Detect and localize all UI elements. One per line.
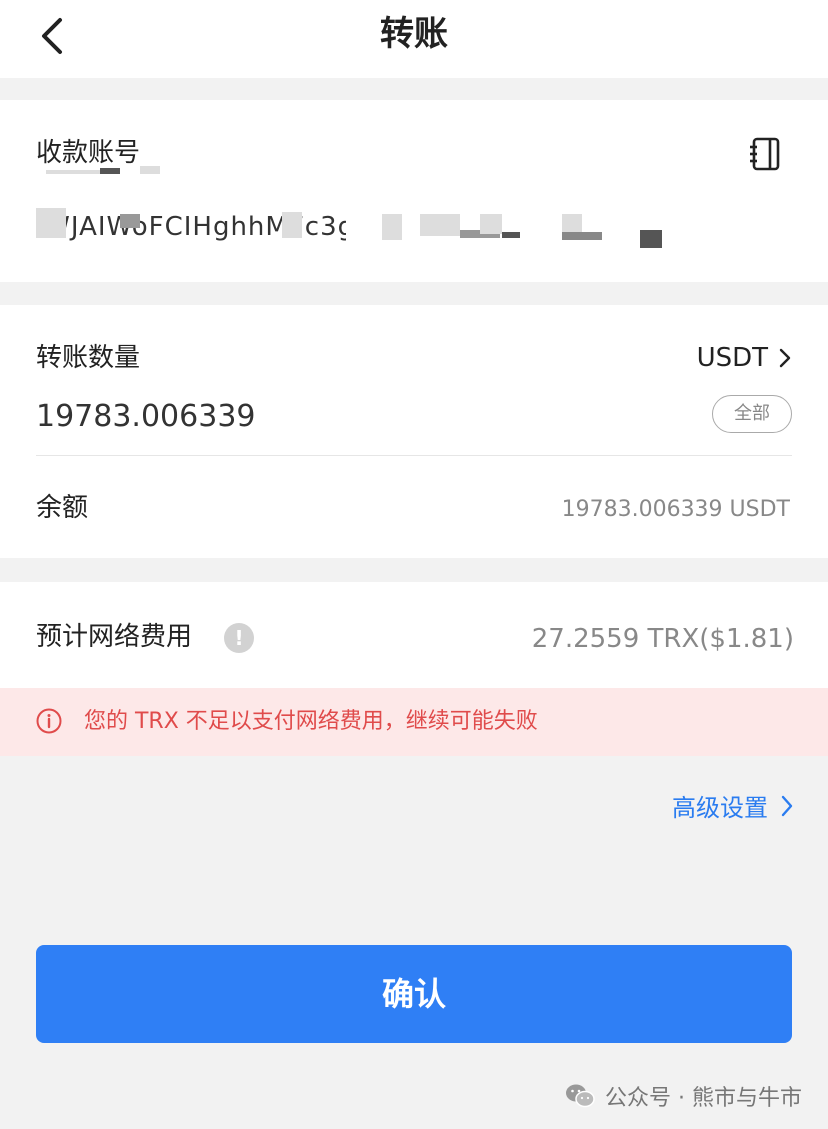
divider bbox=[36, 455, 792, 456]
recipient-card: 收款账号 'WJAIWoFCIHghhMFc3g bbox=[0, 100, 828, 282]
token-selector[interactable]: USDT bbox=[697, 341, 792, 375]
warning-text: 您的 TRX 不足以支付网络费用，继续可能失败 bbox=[84, 709, 538, 734]
balance-value: 19783.006339 USDT bbox=[561, 497, 790, 522]
watermark-text: 公众号 · 熊市与牛市 bbox=[605, 1086, 802, 1111]
redaction-mark bbox=[562, 214, 582, 234]
advanced-settings-link[interactable]: 高级设置 bbox=[672, 788, 794, 823]
fee-label: 预计网络费用 bbox=[36, 622, 193, 652]
fee-card: 预计网络费用 ! 27.2559 TRX($1.81) bbox=[0, 582, 828, 688]
recipient-address-field[interactable]: 'WJAIWoFCIHghhMFc3g bbox=[36, 208, 676, 248]
redaction-mark bbox=[420, 214, 460, 236]
token-symbol: USDT bbox=[696, 343, 768, 373]
amount-card: 转账数量 USDT 19783.006339 全部 余额 19783.00633… bbox=[0, 305, 828, 558]
exclamation-icon[interactable]: ! bbox=[224, 623, 254, 653]
balance-label: 余额 bbox=[36, 493, 89, 523]
insufficient-fee-warning: 您的 TRX 不足以支付网络费用，继续可能失败 bbox=[0, 688, 828, 756]
redaction-mark bbox=[382, 214, 402, 240]
advanced-settings-label: 高级设置 bbox=[672, 794, 768, 822]
fee-value: 27.2559 TRX($1.81) bbox=[531, 624, 794, 654]
watermark: 公众号 · 熊市与牛市 bbox=[565, 1080, 802, 1112]
confirm-button[interactable]: 确认 bbox=[36, 945, 792, 1043]
wechat-icon bbox=[566, 1084, 595, 1108]
redaction-mark bbox=[100, 168, 120, 174]
nav-bar: 转账 bbox=[0, 0, 828, 78]
recipient-label: 收款账号 bbox=[36, 138, 141, 168]
chevron-right-icon bbox=[779, 348, 791, 368]
redaction-mark bbox=[36, 208, 66, 238]
redaction-mark bbox=[282, 212, 302, 238]
page-title: 转账 bbox=[380, 14, 448, 54]
redaction-mark bbox=[140, 166, 160, 174]
redaction-mark bbox=[120, 214, 140, 228]
redaction-mark bbox=[480, 214, 502, 234]
max-amount-button[interactable]: 全部 bbox=[712, 395, 792, 433]
address-book-button[interactable] bbox=[748, 136, 782, 172]
amount-label: 转账数量 bbox=[36, 343, 141, 373]
chevron-right-icon bbox=[781, 795, 793, 816]
info-circle-icon bbox=[36, 708, 62, 734]
address-book-icon bbox=[750, 137, 780, 171]
amount-input[interactable]: 19783.006339 bbox=[36, 395, 596, 439]
redaction-mark bbox=[562, 232, 602, 240]
redaction-mark bbox=[46, 170, 106, 174]
redaction-mark bbox=[640, 230, 662, 248]
redaction-mark bbox=[502, 232, 520, 238]
